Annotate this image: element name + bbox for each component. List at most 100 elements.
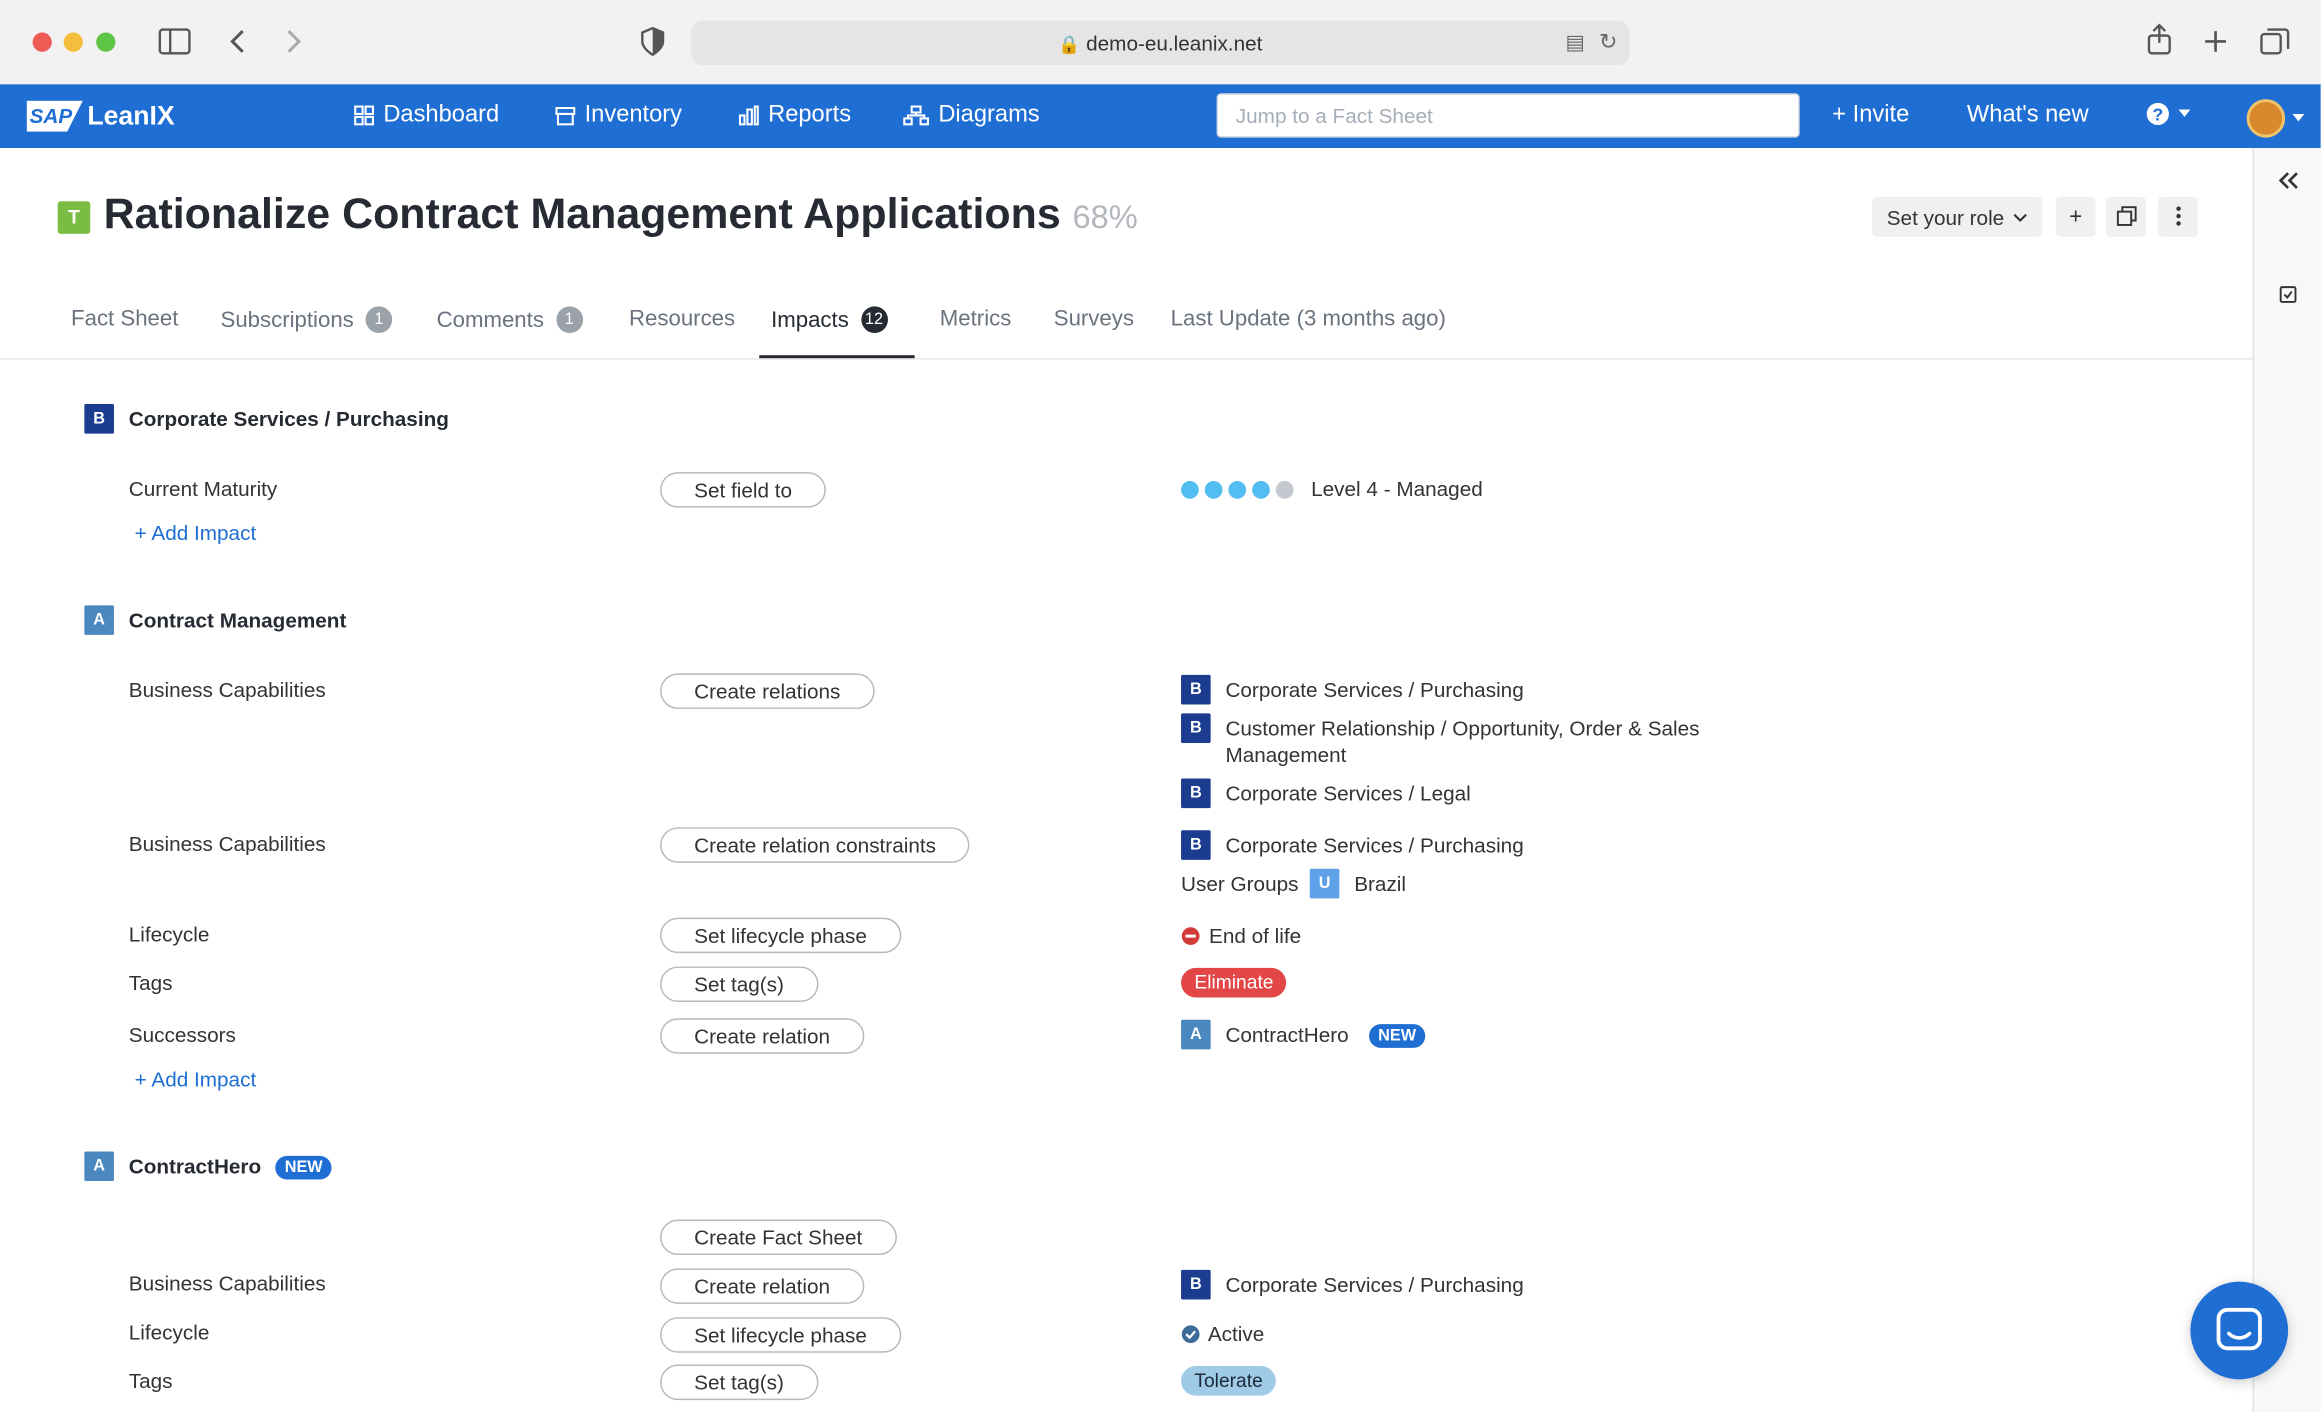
successor-value[interactable]: ContractHero NEW	[1225, 1021, 1425, 1049]
tab-metrics[interactable]: Metrics	[940, 306, 1012, 331]
whats-new-label: What's new	[1966, 102, 2089, 128]
chevron-down-icon	[2013, 213, 2028, 222]
section-title[interactable]: Contract Management	[129, 608, 347, 632]
set-role-dropdown[interactable]: Set your role	[1872, 196, 2043, 237]
tab-label: Surveys	[1053, 306, 1134, 332]
fact-sheet-tabs: Fact Sheet Subscriptions 1 Comments 1 Reso…	[0, 293, 2253, 360]
impact-action-pill[interactable]: Create relation constraints	[660, 827, 971, 863]
tab-label: Subscriptions	[220, 307, 354, 333]
set-role-label: Set your role	[1886, 204, 2005, 229]
jump-search-input[interactable]	[1218, 94, 1799, 137]
collapse-panel-icon[interactable]	[2278, 170, 2299, 191]
new-badge: NEW	[275, 1156, 332, 1180]
nav-inventory-label: Inventory	[584, 102, 683, 128]
maturity-value: Level 4 - Managed	[1181, 475, 1483, 502]
nav-dashboard[interactable]: Dashboard	[354, 102, 499, 129]
help-menu-button[interactable]: ?	[2146, 102, 2191, 126]
fact-sheet-badge: A	[1181, 1019, 1211, 1050]
more-options-button[interactable]	[2157, 196, 2198, 237]
tag-tolerate: Tolerate	[1181, 1366, 1277, 1396]
maturity-dot	[1204, 481, 1223, 500]
diagrams-icon	[903, 105, 929, 126]
impact-field-label: Lifecycle	[128, 1320, 210, 1344]
impact-action-pill[interactable]: Create Fact Sheet	[660, 1219, 897, 1256]
sidebar-toggle-icon[interactable]	[158, 28, 191, 55]
add-impact-link[interactable]: + Add Impact	[135, 521, 257, 545]
tab-last-update[interactable]: Last Update (3 months ago)	[1171, 306, 1446, 331]
nav-inventory[interactable]: Inventory	[555, 102, 682, 129]
address-bar[interactable]: 🔒 demo-eu.leanix.net ▤ ↻	[691, 20, 1630, 66]
constraint-value[interactable]: Brazil	[1354, 870, 1406, 897]
close-window-button[interactable]	[32, 32, 52, 52]
tab-label: Last Update (3 months ago)	[1170, 306, 1446, 332]
relation-value[interactable]: Corporate Services / Legal	[1225, 780, 1470, 807]
add-button[interactable]: +	[2055, 196, 2096, 237]
lifecycle-value: Active	[1181, 1320, 1264, 1347]
maturity-dot	[1275, 481, 1294, 500]
share-icon[interactable]	[2146, 23, 2173, 57]
lock-icon: 🔒	[1058, 34, 1081, 55]
translate-icon[interactable]: ▤	[1565, 30, 1585, 55]
fact-sheet-badge: B	[1181, 830, 1211, 860]
relation-value[interactable]: Corporate Services / Purchasing	[1225, 832, 1523, 859]
calendar-check-icon[interactable]	[2279, 284, 2297, 303]
section-title[interactable]: ContractHero NEW	[129, 1154, 332, 1180]
tab-resources[interactable]: Resources	[629, 306, 735, 331]
nav-diagrams[interactable]: Diagrams	[903, 102, 1040, 129]
copy-button[interactable]	[2106, 196, 2146, 237]
relation-value[interactable]: Corporate Services / Purchasing	[1225, 676, 1523, 703]
impact-action-pill[interactable]: Set lifecycle phase	[660, 917, 901, 954]
successor-label: ContractHero	[1225, 1022, 1349, 1047]
fact-sheet-badge: A	[84, 605, 114, 635]
avatar-caret-icon[interactable]	[2292, 113, 2305, 123]
impact-action-pill[interactable]: Create relation	[660, 1268, 865, 1304]
tag-eliminate: Eliminate	[1181, 967, 1287, 998]
tab-subscriptions[interactable]: Subscriptions 1	[221, 306, 393, 333]
right-side-panel	[2252, 148, 2321, 1412]
forward-arrow-icon[interactable]	[286, 28, 304, 55]
reload-icon[interactable]: ↻	[1599, 28, 1618, 55]
relation-value[interactable]: Customer Relationship / Opportunity, Ord…	[1225, 715, 1758, 768]
tab-surveys[interactable]: Surveys	[1054, 306, 1134, 331]
lifecycle-label: End of life	[1208, 923, 1302, 948]
fact-sheet-type-badge: T	[57, 201, 91, 234]
impact-action-pill[interactable]: Set tag(s)	[660, 966, 819, 1002]
fact-sheet-badge: B	[1181, 1269, 1211, 1300]
chat-launcher-button[interactable]	[2190, 1281, 2289, 1380]
relation-value[interactable]: Corporate Services / Purchasing	[1225, 1271, 1523, 1298]
add-impact-link[interactable]: + Add Impact	[135, 1067, 257, 1091]
section-title[interactable]: Corporate Services / Purchasing	[129, 407, 449, 431]
nav-dashboard-label: Dashboard	[383, 102, 500, 128]
tab-count-badge: 1	[555, 306, 583, 333]
jump-to-fact-sheet[interactable]	[1216, 93, 1800, 138]
impact-action-pill[interactable]: Set tag(s)	[660, 1364, 819, 1401]
tab-overview-icon[interactable]	[2260, 27, 2290, 57]
user-avatar[interactable]	[2246, 99, 2286, 138]
tab-impacts[interactable]: Impacts 12	[771, 306, 888, 333]
sap-logo-text: SAP	[29, 103, 73, 128]
impact-action-pill[interactable]: Create relation	[660, 1018, 865, 1054]
section-title-text: ContractHero	[128, 1154, 262, 1179]
nav-reports-label: Reports	[768, 102, 852, 128]
nav-reports[interactable]: Reports	[738, 102, 852, 129]
nav-diagrams-label: Diagrams	[938, 102, 1040, 128]
impact-action-pill[interactable]: Create relations	[660, 673, 875, 709]
impact-field-label: Lifecycle	[128, 922, 210, 946]
leanix-logo-text[interactable]: LeanIX	[87, 101, 174, 132]
dashboard-icon	[354, 105, 374, 126]
maximize-window-button[interactable]	[96, 32, 116, 52]
impact-field-label: Tags	[128, 1369, 173, 1393]
tab-fact-sheet[interactable]: Fact Sheet	[71, 306, 178, 331]
whats-new-button[interactable]: What's new	[1967, 102, 2089, 129]
shield-icon[interactable]	[641, 26, 665, 57]
impact-action-pill[interactable]: Set field to	[660, 472, 827, 508]
new-tab-icon[interactable]	[2204, 30, 2228, 54]
invite-button[interactable]: + Invite	[1832, 102, 1909, 129]
fact-sheet-badge: B	[1181, 778, 1211, 809]
end-of-life-icon	[1181, 927, 1200, 945]
impact-action-pill[interactable]: Set lifecycle phase	[660, 1317, 901, 1353]
tab-comments[interactable]: Comments 1	[437, 306, 583, 333]
minimize-window-button[interactable]	[63, 32, 83, 52]
back-arrow-icon[interactable]	[228, 28, 246, 55]
impact-field-label: Current Maturity	[128, 476, 278, 501]
